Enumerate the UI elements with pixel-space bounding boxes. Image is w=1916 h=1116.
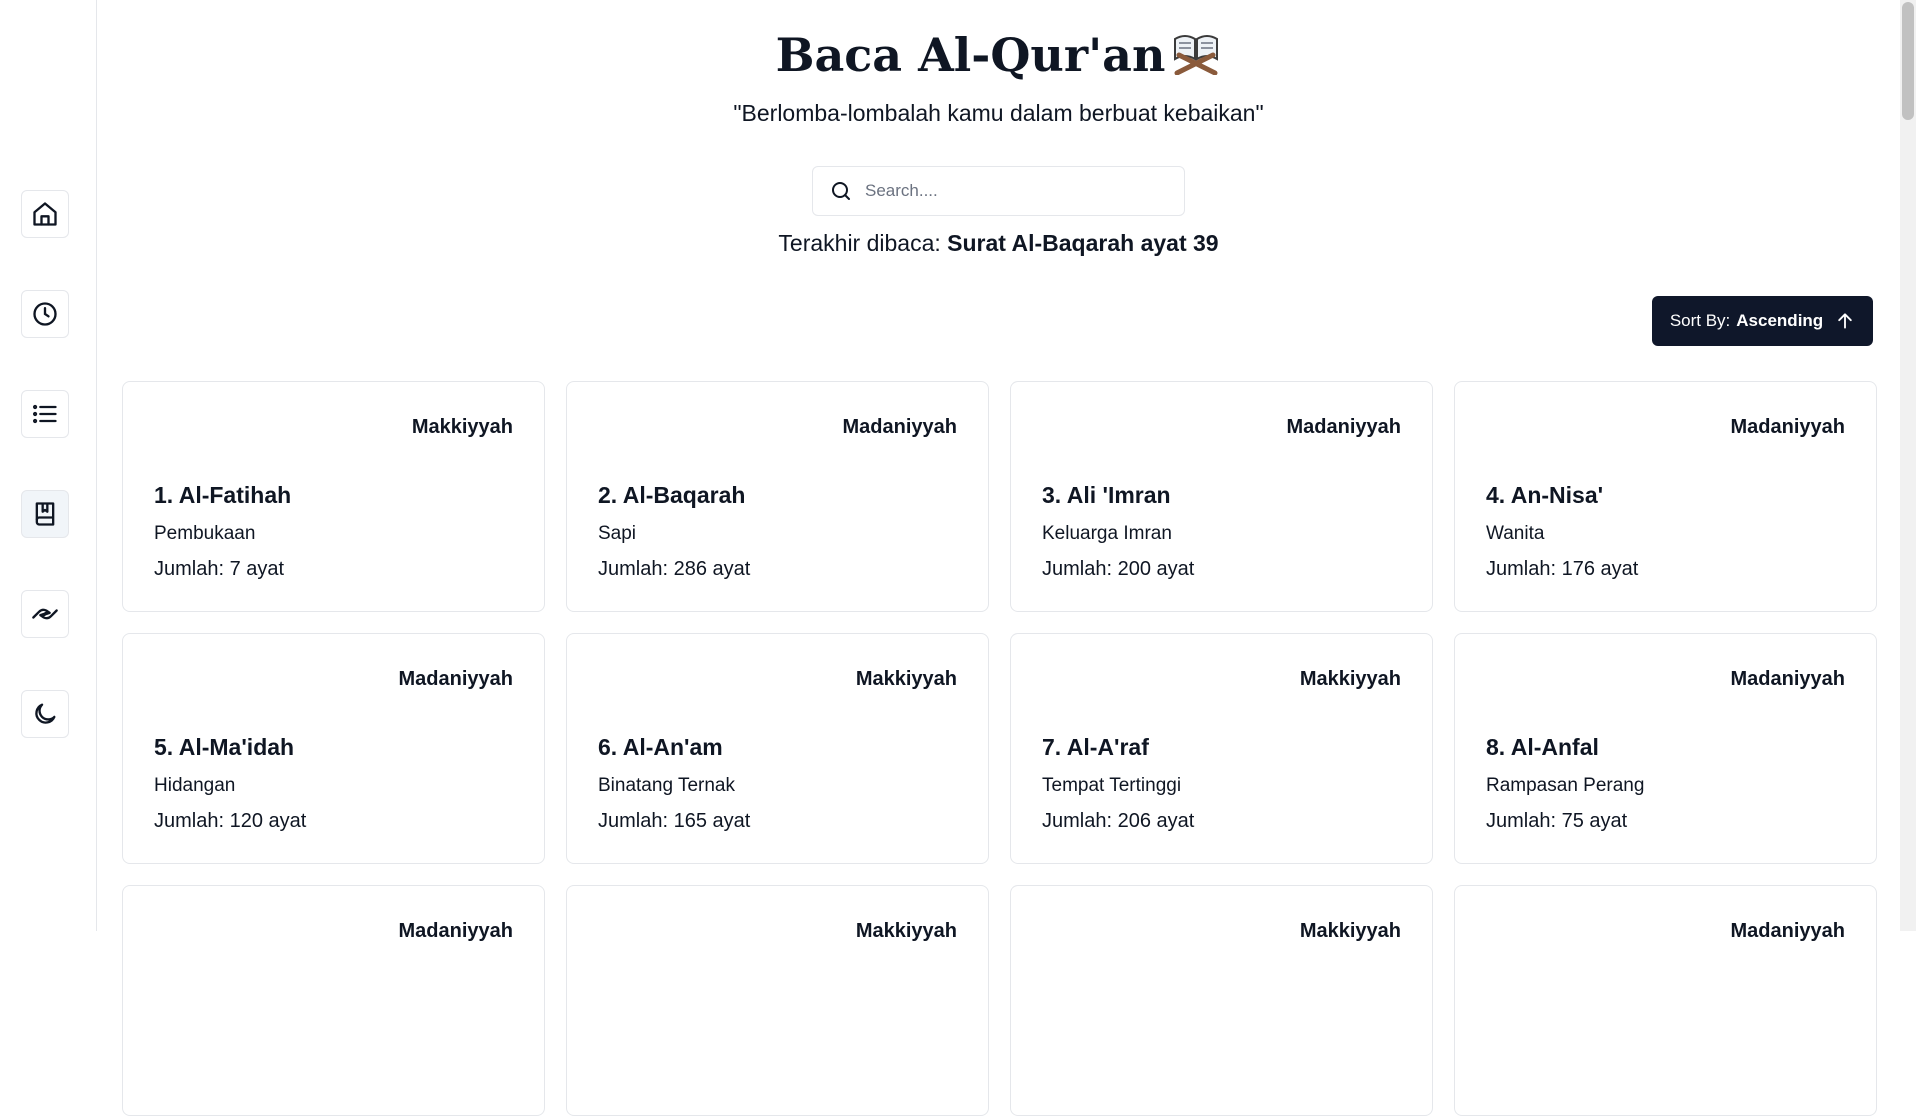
surah-card[interactable]: Madaniyyah [1454, 885, 1877, 1116]
surah-grid: Makkiyyah 1. Al-Fatihah Pembukaan Jumlah… [122, 381, 1877, 1116]
search-box[interactable] [812, 166, 1185, 216]
surah-verse-count: Jumlah: 176 ayat [1486, 558, 1639, 580]
sort-button[interactable]: Sort By: Ascending [1652, 296, 1873, 346]
surah-verse-count: Jumlah: 75 ayat [1486, 810, 1628, 832]
sort-value: Ascending [1736, 311, 1824, 330]
sidebar [0, 0, 97, 931]
surah-verse-count: Jumlah: 165 ayat [598, 810, 751, 832]
main-content: Baca Al-Qur'an "Berlomba-lombalah kamu d… [97, 0, 1900, 1116]
surah-type: Madaniyyah [1730, 920, 1845, 942]
surah-type: Makkiyyah [855, 668, 957, 690]
surah-card[interactable]: Makkiyyah 1. Al-Fatihah Pembukaan Jumlah… [122, 381, 545, 612]
sort-label: Sort By: [1669, 311, 1731, 330]
surah-type: Madaniyyah [1730, 416, 1845, 438]
surah-type: Makkiyyah [411, 416, 513, 438]
surah-type: Madaniyyah [1730, 668, 1845, 690]
surah-name: 8. Al-Anfal [1486, 734, 1599, 760]
surah-verse-count: Jumlah: 286 ayat [598, 558, 751, 580]
surah-name: 4. An-Nisa' [1486, 482, 1604, 508]
surah-type: Makkiyyah [1299, 668, 1401, 690]
surah-card[interactable]: Madaniyyah 5. Al-Ma'idah Hidangan Jumlah… [122, 633, 545, 864]
search-input[interactable] [863, 180, 1167, 202]
nav-quran-button[interactable] [21, 490, 69, 538]
page-title-text: Baca Al-Qur'an [775, 28, 1166, 82]
surah-meaning: Rampasan Perang [1486, 775, 1645, 796]
surah-name: 7. Al-A'raf [1042, 734, 1149, 760]
page-title: Baca Al-Qur'an [97, 28, 1900, 86]
surah-type: Madaniyyah [398, 668, 513, 690]
theme-toggle-button[interactable] [21, 690, 69, 738]
surah-name: 1. Al-Fatihah [154, 482, 292, 508]
nav-list-button[interactable] [21, 390, 69, 438]
surah-type: Madaniyyah [1286, 416, 1401, 438]
surah-type: Makkiyyah [1299, 920, 1401, 942]
praying-hands-icon [32, 608, 58, 620]
surah-verse-count: Jumlah: 206 ayat [1042, 810, 1195, 832]
surah-card[interactable]: Makkiyyah [1010, 885, 1433, 1116]
surah-card[interactable]: Madaniyyah 2. Al-Baqarah Sapi Jumlah: 28… [566, 381, 989, 612]
arrow-up-icon [1838, 313, 1852, 329]
surah-meaning: Wanita [1486, 523, 1545, 544]
surah-name: 5. Al-Ma'idah [154, 734, 295, 760]
surah-meaning: Tempat Tertinggi [1042, 775, 1182, 796]
surah-card[interactable]: Makkiyyah 7. Al-A'raf Tempat Tertinggi J… [1010, 633, 1433, 864]
surah-meaning: Pembukaan [154, 523, 256, 544]
surah-type: Madaniyyah [398, 920, 513, 942]
nav-prayer-button[interactable] [21, 590, 69, 638]
last-read-value[interactable]: Surat Al-Baqarah ayat 39 [947, 230, 1218, 256]
surah-card[interactable]: Madaniyyah 4. An-Nisa' Wanita Jumlah: 17… [1454, 381, 1877, 612]
list-icon [32, 404, 57, 424]
surah-name: 3. Ali 'Imran [1042, 482, 1171, 508]
surah-name: 6. Al-An'am [598, 734, 723, 760]
surah-card[interactable]: Makkiyyah [566, 885, 989, 1116]
surah-meaning: Hidangan [154, 775, 236, 796]
surah-card[interactable]: Makkiyyah 6. Al-An'am Binatang Ternak Ju… [566, 633, 989, 864]
surah-card[interactable]: Madaniyyah 8. Al-Anfal Rampasan Perang J… [1454, 633, 1877, 864]
surah-name: 2. Al-Baqarah [598, 482, 746, 508]
scrollbar[interactable] [1900, 0, 1916, 931]
book-icon [35, 502, 55, 526]
surah-card[interactable]: Madaniyyah 3. Ali 'Imran Keluarga Imran … [1010, 381, 1433, 612]
scrollbar-thumb[interactable] [1902, 2, 1914, 120]
surah-card[interactable]: Madaniyyah [122, 885, 545, 1116]
surah-meaning: Sapi [598, 523, 637, 544]
nav-home-button[interactable] [21, 190, 69, 238]
book-emoji-icon [1171, 29, 1221, 86]
clock-icon [33, 302, 57, 326]
surah-verse-count: Jumlah: 7 ayat [154, 558, 285, 580]
surah-verse-count: Jumlah: 200 ayat [1042, 558, 1195, 580]
search-icon [832, 182, 850, 200]
page-subtitle: "Berlomba-lombalah kamu dalam berbuat ke… [733, 100, 1264, 126]
moon-icon [35, 703, 56, 724]
surah-type: Madaniyyah [842, 416, 957, 438]
home-icon [33, 202, 57, 226]
surah-type: Makkiyyah [855, 920, 957, 942]
nav-history-button[interactable] [21, 290, 69, 338]
surah-meaning: Binatang Ternak [598, 775, 735, 796]
surah-meaning: Keluarga Imran [1042, 523, 1172, 544]
last-read-info: Terakhir dibaca: Surat Al-Baqarah ayat 3… [97, 230, 1900, 257]
last-read-label: Terakhir dibaca: [778, 230, 941, 256]
surah-verse-count: Jumlah: 120 ayat [154, 810, 307, 832]
